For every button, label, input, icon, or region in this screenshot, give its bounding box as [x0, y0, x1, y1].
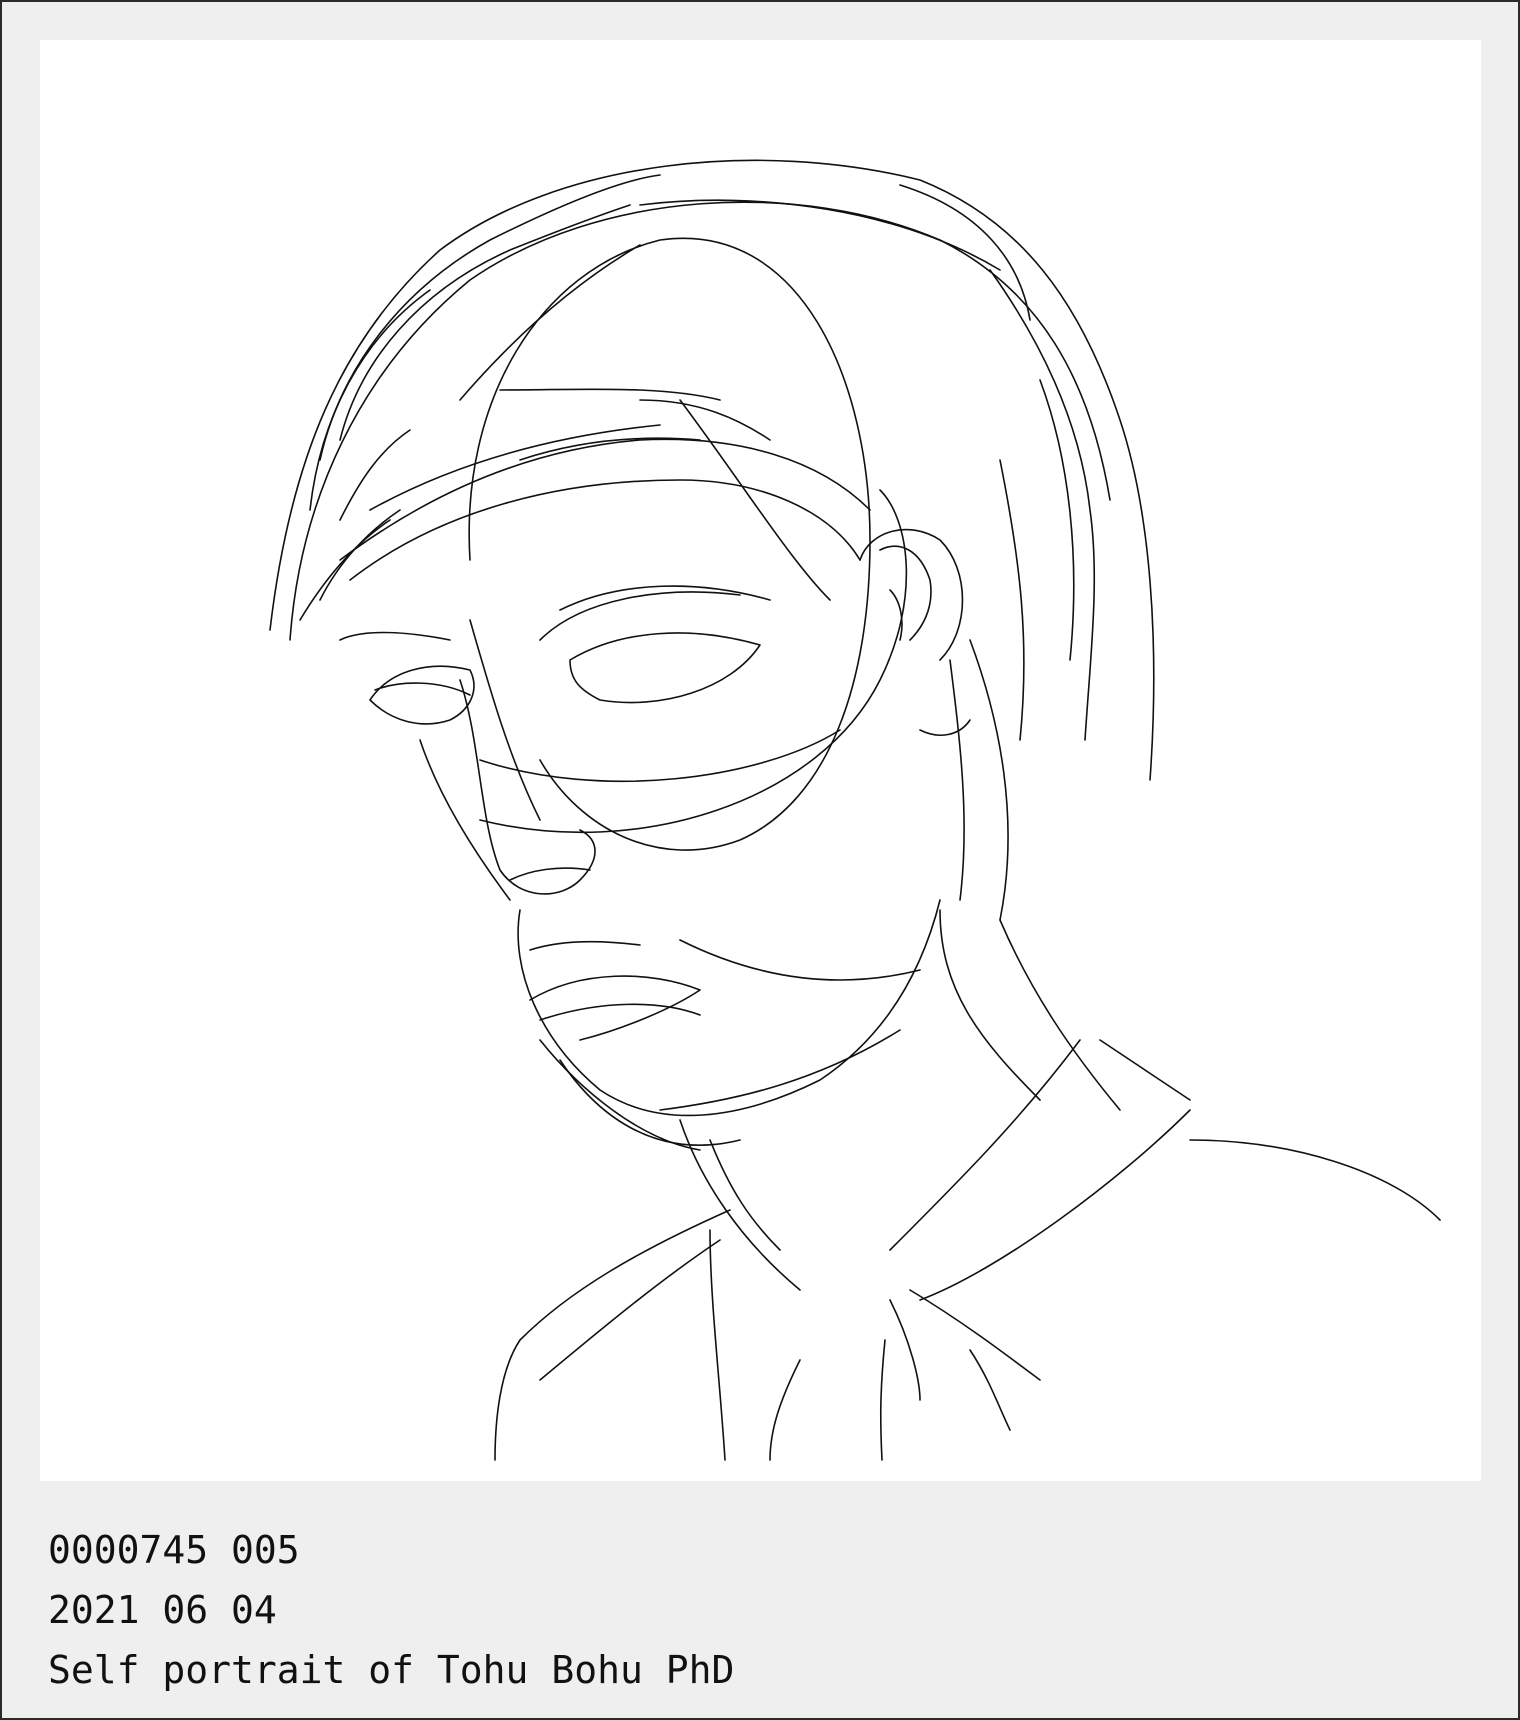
- ear-stroke: [889, 589, 903, 641]
- face-oval: [479, 489, 908, 834]
- hair-stroke: [319, 174, 661, 461]
- shoulder-stroke: [769, 1359, 801, 1461]
- ear-stroke: [919, 719, 971, 736]
- caption-block: 0000745 005 2021 06 04 Self portrait of …: [48, 1520, 734, 1700]
- nose-stroke: [469, 619, 541, 821]
- face-oval: [479, 729, 841, 783]
- portrait-sketch: [269, 159, 1441, 1461]
- jaw-stroke: [539, 1039, 701, 1151]
- shoulder-stroke: [879, 1339, 886, 1461]
- collar-stroke: [889, 1299, 921, 1401]
- jaw-stroke: [517, 899, 941, 1117]
- collar-stroke: [919, 1109, 1191, 1301]
- mouth-stroke: [529, 940, 641, 951]
- collar-stroke: [1099, 1039, 1191, 1101]
- right-eye: [559, 585, 771, 611]
- left-eye: [369, 665, 475, 725]
- hair-stroke: [999, 459, 1025, 741]
- brow-stroke: [499, 388, 721, 401]
- drawing-canvas: [40, 40, 1481, 1481]
- right-eye: [569, 632, 761, 704]
- ear-stroke: [859, 528, 964, 661]
- collar-stroke: [909, 1289, 1041, 1381]
- caption-date: 2021 06 04: [48, 1588, 277, 1632]
- hair-stroke: [319, 509, 401, 601]
- brow-stroke: [349, 479, 861, 581]
- brow-stroke: [369, 424, 661, 511]
- left-eye: [339, 631, 451, 641]
- shoulder-stroke: [969, 1349, 1011, 1431]
- jaw-stroke: [679, 939, 921, 981]
- hair-stroke: [989, 269, 1096, 741]
- brow-stroke: [339, 438, 871, 561]
- caption-title: Self portrait of Tohu Bohu PhD: [48, 1648, 735, 1692]
- nose-stroke: [509, 867, 591, 881]
- hair-stroke: [949, 659, 965, 901]
- nose-stroke: [459, 679, 596, 895]
- hair-stroke: [1039, 379, 1075, 661]
- hair-stroke: [339, 204, 631, 441]
- neck-stroke: [999, 919, 1121, 1111]
- hair-stroke: [269, 159, 1155, 781]
- nose-stroke: [419, 739, 511, 901]
- face-oval: [468, 237, 871, 851]
- caption-id: 0000745 005: [48, 1528, 300, 1572]
- shoulder-stroke: [539, 1239, 721, 1381]
- mouth-stroke: [539, 1003, 701, 1021]
- neck-stroke: [709, 1139, 781, 1251]
- shoulder-stroke: [1189, 1139, 1441, 1221]
- right-eye: [539, 591, 741, 641]
- hair-stroke: [309, 289, 431, 511]
- hair-stroke: [639, 199, 1001, 271]
- collar-stroke: [889, 1039, 1081, 1251]
- shoulder-stroke: [494, 1209, 731, 1461]
- hair-stroke: [289, 201, 1111, 641]
- left-eye: [374, 682, 471, 696]
- shoulder-stroke: [709, 1229, 726, 1461]
- polaroid-frame: 0000745 005 2021 06 04 Self portrait of …: [0, 0, 1520, 1720]
- hair-stroke: [969, 639, 1009, 921]
- neck-stroke: [939, 909, 1041, 1101]
